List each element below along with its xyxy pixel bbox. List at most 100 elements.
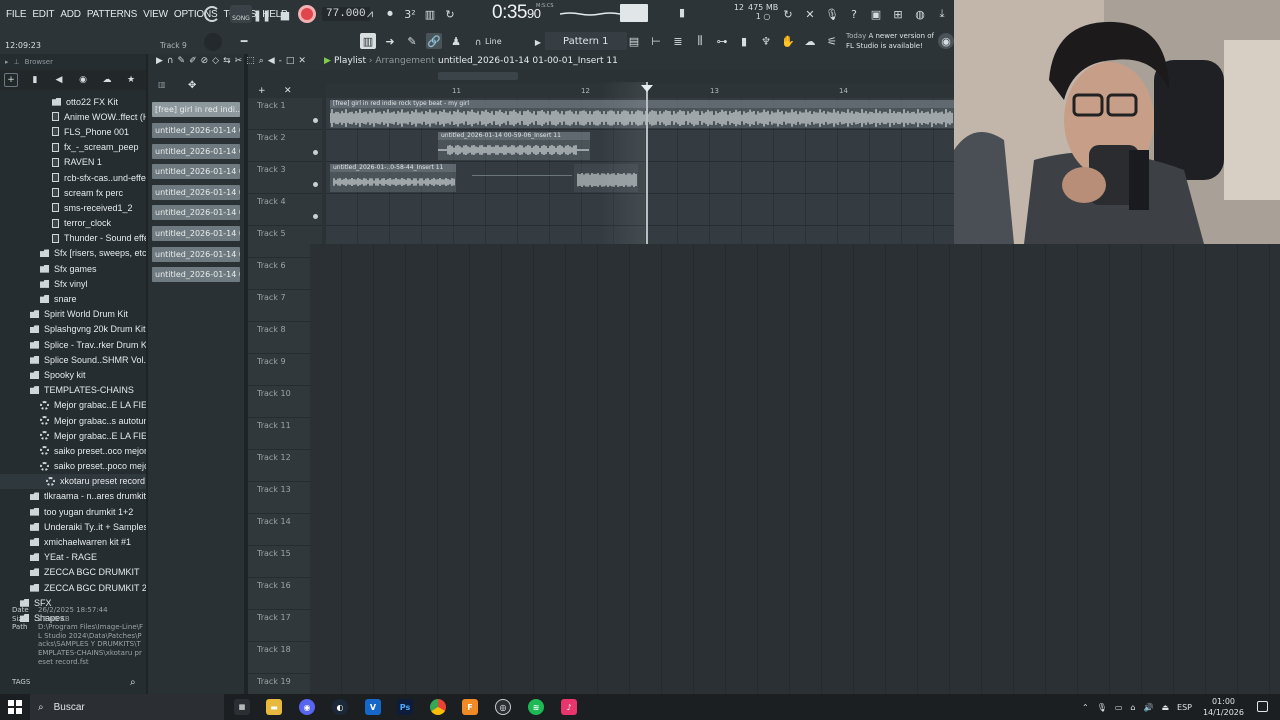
tree-item[interactable]: FLS_Phone 001 xyxy=(0,124,146,139)
refresh-icon[interactable]: ↻ xyxy=(780,6,796,22)
cloud-tab-icon[interactable]: ☁ xyxy=(100,73,114,87)
quantize-icon[interactable]: ⚟ xyxy=(824,33,840,49)
close-icon[interactable]: ✕ xyxy=(298,56,306,66)
picker-grid-icon[interactable]: ▥ xyxy=(158,80,166,89)
pattern-selector[interactable]: Pattern 1 xyxy=(545,32,627,50)
v-app-icon[interactable]: V xyxy=(365,699,381,715)
snap-select[interactable]: Line xyxy=(485,37,502,46)
playlist-icon[interactable]: ▤ xyxy=(626,33,642,49)
pin-icon[interactable]: ⊥ xyxy=(14,58,20,66)
search-icon[interactable]: ⌕ xyxy=(130,677,136,688)
tree-item[interactable]: Mejor grabac..E LA FIESTA xyxy=(0,398,146,413)
pat-song-toggle[interactable]: SONG xyxy=(230,5,252,23)
tree-item[interactable]: Spooky kit xyxy=(0,367,146,382)
pitch-knob-icon[interactable]: ▮ xyxy=(674,4,690,20)
tree-item[interactable]: RAVEN 1 xyxy=(0,155,146,170)
clip-source-item[interactable]: untitled_2026-01-14 01-... xyxy=(152,247,240,262)
tree-item[interactable]: sms-received1_2 xyxy=(0,200,146,215)
favorites-icon[interactable]: ★ xyxy=(124,73,138,87)
move-icon[interactable]: ✥ xyxy=(188,80,196,91)
link-icon[interactable]: 🔗 xyxy=(426,33,442,49)
tree-item[interactable]: Sfx [risers, sweeps, etc] xyxy=(0,246,146,261)
minimize-icon[interactable]: - xyxy=(279,56,282,66)
fl-cloud-icon[interactable]: ☁ xyxy=(802,33,818,49)
wait-input-icon[interactable]: ⏺ xyxy=(382,6,398,22)
file-explorer-icon[interactable]: ▬ xyxy=(266,699,282,715)
tree-item[interactable]: Spirit World Drum Kit xyxy=(0,307,146,322)
draw-tool-icon[interactable]: ✎ xyxy=(178,56,186,66)
browser-arrow-icon[interactable]: ▸ xyxy=(5,58,9,66)
tree-item[interactable]: TEMPLATES-CHAINS xyxy=(0,383,146,398)
tree-item[interactable]: Splashgvng 20k Drum Kit xyxy=(0,322,146,337)
slice-tool-icon[interactable]: ✂ xyxy=(235,56,243,66)
playback-tool-icon[interactable]: ◀ xyxy=(268,56,275,66)
fl-studio-icon[interactable]: F xyxy=(462,699,478,715)
mixer-icon[interactable]: ✕ xyxy=(802,6,818,22)
tree-item[interactable]: fx_-_scream_peep xyxy=(0,140,146,155)
files-icon[interactable]: ▮ xyxy=(736,33,752,49)
step-edit-icon[interactable]: ▥ xyxy=(422,6,438,22)
tree-item[interactable]: Splice - Trav..rker Drum Kit xyxy=(0,337,146,352)
add-track-icon[interactable]: + xyxy=(258,86,266,96)
clip-source-item[interactable]: untitled_2026-01-14 00-... xyxy=(152,123,240,138)
tray-language[interactable]: ESP xyxy=(1177,703,1192,712)
help-icon[interactable]: ? xyxy=(846,6,862,22)
tray-usb-icon[interactable]: ⏏ xyxy=(1161,703,1169,712)
volume-slider-icon[interactable]: ━ xyxy=(236,33,252,49)
play-pause-button[interactable]: ❚❚ xyxy=(253,7,271,23)
tree-item[interactable]: Sfx vinyl xyxy=(0,276,146,291)
stamp-icon[interactable]: ♟ xyxy=(448,33,464,49)
music-app-icon[interactable]: ♪ xyxy=(561,699,577,715)
tree-item[interactable]: snare xyxy=(0,291,146,306)
tree-item[interactable]: rcb-sfx-cas..und-effects xyxy=(0,170,146,185)
obs-icon[interactable]: ◎ xyxy=(495,699,511,715)
track-header[interactable]: Track 3 xyxy=(248,162,322,194)
channel-rack-icon[interactable]: ⊢ xyxy=(648,33,664,49)
tree-item[interactable]: Anime WOW..ffect (HD) xyxy=(0,109,146,124)
tree-item[interactable]: Mejor grabac..s autotune) xyxy=(0,413,146,428)
tree-item[interactable]: ZECCA BGC DRUMKIT xyxy=(0,565,146,580)
windows-start-icon[interactable] xyxy=(8,700,22,714)
pattern-arrow-icon[interactable]: ▶ xyxy=(530,34,546,50)
song-time-display[interactable]: 0:3590 xyxy=(492,2,541,24)
track-mute-led[interactable] xyxy=(313,118,318,123)
taskbar-clock[interactable]: 01:00 14/1/2026 xyxy=(1203,696,1244,718)
clip-source-item[interactable]: untitled_2026-01-14 00-... xyxy=(152,205,240,220)
tree-item[interactable]: Underaiki Ty..it + Samples xyxy=(0,519,146,534)
plugins-tab-icon[interactable]: ◉ xyxy=(76,73,90,87)
tray-network-icon[interactable]: ⌂ xyxy=(1130,703,1135,712)
clip-source-item[interactable]: untitled_2026-01-14 00-... xyxy=(152,164,240,179)
notification-icon[interactable] xyxy=(1257,701,1268,712)
menu-view[interactable]: VIEW xyxy=(143,9,168,20)
tree-item[interactable]: tlkraama - n..ares drumkit xyxy=(0,489,146,504)
tree-item[interactable]: YEat - RAGE xyxy=(0,550,146,565)
options-arrow-icon[interactable]: ▶ xyxy=(156,56,163,66)
tree-item[interactable]: ZECCA BGC DRUMKIT 2 xyxy=(0,580,146,595)
track-mute-led[interactable] xyxy=(313,182,318,187)
clip-source-item[interactable]: [free] girl in red indi... xyxy=(152,102,240,117)
tree-item[interactable]: Mejor grabac..E LA FIESTA xyxy=(0,428,146,443)
plugin-icon[interactable]: ⊞ xyxy=(890,6,906,22)
magnet-snap-icon[interactable]: ∩ xyxy=(167,56,174,66)
track-header[interactable]: Track 1 xyxy=(248,98,322,130)
tree-item[interactable]: too yugan drumkit 1+2 xyxy=(0,504,146,519)
clip-source-item[interactable]: untitled_2026-01-14 01-... xyxy=(152,267,240,282)
track-mute-led[interactable] xyxy=(313,214,318,219)
track-mute-led[interactable] xyxy=(313,150,318,155)
piano-roll-icon[interactable]: ≣ xyxy=(670,33,686,49)
master-pitch-knob[interactable] xyxy=(204,33,222,51)
chrome-icon[interactable] xyxy=(430,699,446,715)
tree-item[interactable]: saiko preset..poco mejor xyxy=(0,459,146,474)
record-button[interactable] xyxy=(298,5,316,23)
tray-display-icon[interactable]: ▭ xyxy=(1115,703,1123,712)
audio-clip[interactable]: untitled_2026-01-..0-58-44_Insert 11 xyxy=(330,164,456,192)
arrow-right-icon[interactable]: ➜ xyxy=(382,33,398,49)
tree-item[interactable]: otto22 FX Kit xyxy=(0,94,146,109)
tree-item[interactable]: scream fx perc xyxy=(0,185,146,200)
files-tab-icon[interactable]: ▮ xyxy=(28,73,42,87)
paint-tool-icon[interactable]: ✐ xyxy=(189,56,197,66)
arrangement-name[interactable]: Arrangement xyxy=(375,56,434,66)
mixer-view-icon[interactable]: ⫼ xyxy=(692,33,708,49)
channel-settings-icon[interactable]: ⊶ xyxy=(714,33,730,49)
photoshop-icon[interactable]: Ps xyxy=(397,699,413,715)
